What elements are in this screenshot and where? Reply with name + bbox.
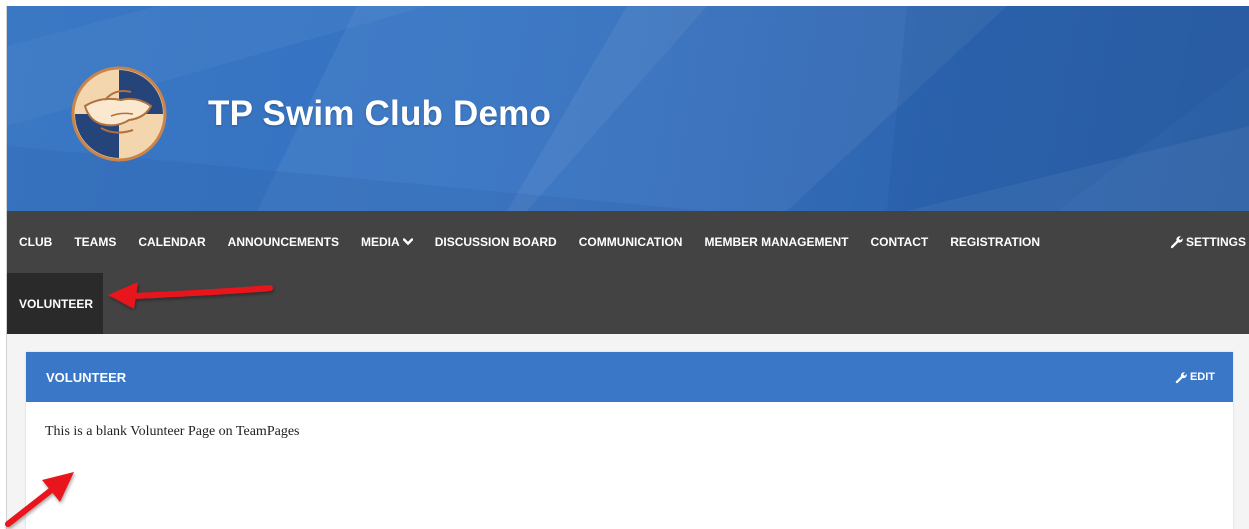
nav-item-media[interactable]: MEDIA: [350, 211, 424, 273]
site-banner: TP Swim Club Demo: [7, 6, 1249, 211]
nav-item-calendar[interactable]: CALENDAR: [127, 211, 216, 273]
club-logo[interactable]: [71, 66, 167, 162]
nav-item-registration[interactable]: REGISTRATION: [939, 211, 1051, 273]
wrench-icon: [1170, 236, 1183, 249]
nav-item-member-management[interactable]: MEMBER MANAGEMENT: [693, 211, 859, 273]
page: TP Swim Club Demo CLUB TEAMS CALENDAR AN…: [6, 6, 1249, 529]
nav-item-announcements[interactable]: ANNOUNCEMENTS: [217, 211, 350, 273]
panel-title: VOLUNTEER: [46, 369, 127, 385]
main-nav: CLUB TEAMS CALENDAR ANNOUNCEMENTS MEDIA …: [7, 211, 1249, 334]
edit-label: EDIT: [1189, 371, 1215, 383]
volunteer-panel: VOLUNTEER EDIT This is a blank Volunteer…: [26, 352, 1233, 529]
wrench-icon: [1175, 371, 1187, 383]
settings-label: SETTINGS: [1185, 235, 1246, 249]
nav-item-discussion-board[interactable]: DISCUSSION BOARD: [424, 211, 568, 273]
nav-item-teams[interactable]: TEAMS: [63, 211, 127, 273]
nav-row-secondary: VOLUNTEER: [7, 273, 103, 334]
chevron-down-icon: [402, 238, 413, 246]
nav-item-club[interactable]: CLUB: [7, 211, 63, 273]
banner-background: [7, 6, 1249, 211]
nav-item-media-label: MEDIA: [361, 235, 400, 249]
settings-link[interactable]: SETTINGS: [1170, 211, 1246, 273]
site-title[interactable]: TP Swim Club Demo: [208, 94, 551, 134]
nav-item-communication[interactable]: COMMUNICATION: [568, 211, 694, 273]
panel-header: VOLUNTEER EDIT: [26, 352, 1233, 402]
nav-item-contact[interactable]: CONTACT: [859, 211, 939, 273]
nav-item-volunteer[interactable]: VOLUNTEER: [7, 273, 103, 334]
nav-row-primary: CLUB TEAMS CALENDAR ANNOUNCEMENTS MEDIA …: [7, 211, 1051, 273]
edit-button[interactable]: EDIT: [1175, 371, 1215, 384]
content-area: VOLUNTEER EDIT This is a blank Volunteer…: [7, 334, 1249, 529]
panel-body-text: This is a blank Volunteer Page on TeamPa…: [45, 424, 300, 439]
